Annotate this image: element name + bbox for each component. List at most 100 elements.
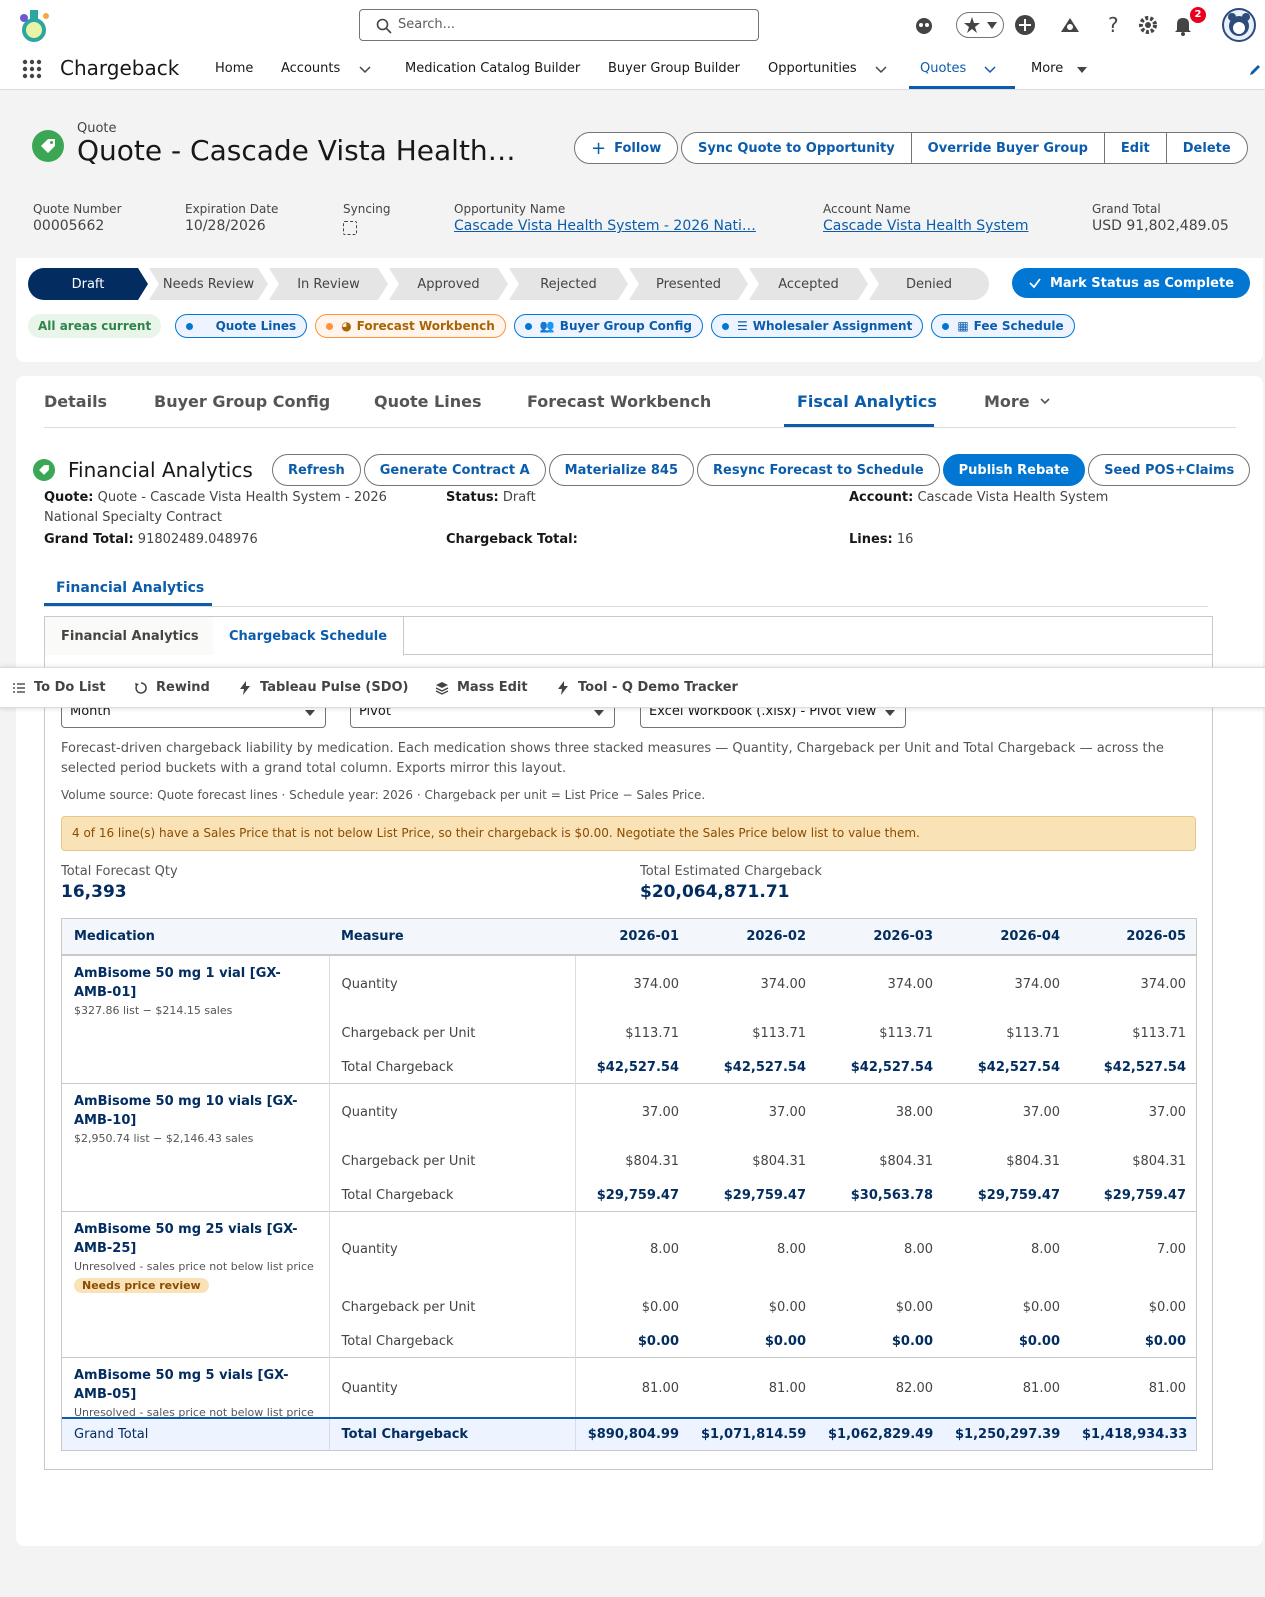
nav-item-quotes[interactable]: Quotes	[920, 61, 966, 76]
grand-total-cell: $1,071,814.59	[701, 1427, 807, 1442]
value-cell: 374.00	[887, 977, 934, 992]
sync-quote-button[interactable]: Sync Quote to Opportunity	[681, 132, 911, 164]
utility-rewind[interactable]: Rewind	[134, 680, 210, 695]
favorites-toggle[interactable]	[956, 12, 1004, 38]
nav-item-buyer-group-builder[interactable]: Buyer Group Builder	[608, 61, 740, 76]
value-cell: $0.00	[1022, 1299, 1060, 1315]
utility-q-demo-tracker[interactable]: Tool - Q Demo Tracker	[556, 680, 738, 695]
field-quote-number: Quote Number 00005662	[33, 202, 122, 234]
app-launcher-icon[interactable]	[22, 59, 42, 79]
table-row: AmBisome 50 mg 1 vial [GX-AMB-01] $327.86…	[62, 955, 1196, 1083]
value-cell: $113.71	[574, 1013, 689, 1053]
nav-item-opportunities[interactable]: Opportunities	[768, 61, 857, 76]
quote-icon	[32, 130, 64, 162]
rewind-icon	[135, 681, 147, 694]
path-step-rejected[interactable]: Rejected	[509, 268, 628, 300]
nav-item-home[interactable]: Home	[215, 61, 253, 76]
chevron-down-icon	[1040, 398, 1050, 405]
nav-item-more[interactable]: More	[1031, 61, 1063, 76]
materialize-845-button[interactable]: Materialize 845	[548, 454, 694, 486]
nav-item-accounts[interactable]: Accounts	[281, 61, 340, 76]
value-cell: $0.00	[768, 1299, 806, 1315]
delete-button[interactable]: Delete	[1165, 132, 1248, 164]
path-step-denied[interactable]: Denied	[869, 268, 989, 300]
value-cell: $42,527.54	[977, 1060, 1060, 1076]
tab-forecast-workbench[interactable]: Forecast Workbench	[527, 392, 711, 411]
trailhead-icon[interactable]	[1057, 12, 1083, 38]
chip-wholesaler-assignment[interactable]: ☰ Wholesaler Assignment	[710, 314, 924, 338]
value-cell: $29,759.47	[977, 1188, 1060, 1204]
column-header[interactable]: 2026-05	[1070, 919, 1196, 956]
path-step-presented[interactable]: Presented	[629, 268, 748, 300]
seed-pos-claims-button[interactable]: Seed POS+Claims	[1088, 454, 1251, 486]
tab-fiscal-analytics[interactable]: Fiscal Analytics	[797, 392, 937, 411]
chip-fee-schedule[interactable]: ▦ Fee Schedule	[931, 314, 1075, 338]
chip-buyer-group-config[interactable]: 👥 Buyer Group Config	[513, 314, 703, 338]
avatar[interactable]	[1222, 8, 1256, 42]
path-step-approved[interactable]: Approved	[389, 268, 508, 300]
chip-forecast-workbench[interactable]: ◕ Forecast Workbench	[315, 314, 506, 338]
chevron-down-icon[interactable]	[983, 63, 997, 77]
value-cell: 374.00	[1140, 977, 1187, 992]
edit-nav-pencil-icon[interactable]	[1248, 63, 1262, 77]
column-header[interactable]: 2026-03	[816, 919, 943, 956]
tab-more[interactable]: More	[984, 392, 1051, 411]
column-header[interactable]: Measure	[329, 919, 575, 956]
analytics-actions: Refresh Generate Contract A Materialize …	[272, 454, 1251, 486]
subtab-financial-analytics[interactable]: Financial Analytics	[56, 580, 204, 596]
utility-tableau-pulse[interactable]: Tableau Pulse (SDO)	[238, 680, 409, 695]
grand-total-cell: $1,062,829.49	[828, 1427, 934, 1442]
path-step-in-review[interactable]: In Review	[269, 268, 388, 300]
column-header[interactable]: 2026-01	[575, 919, 689, 956]
value-cell: $0.00	[574, 1327, 689, 1357]
path-step-needs-review[interactable]: Needs Review	[149, 268, 268, 300]
app-logo-icon[interactable]	[16, 8, 54, 44]
refresh-button[interactable]: Refresh	[272, 454, 361, 486]
grand-total-cell: $890,804.99	[587, 1427, 679, 1442]
publish-rebate-button[interactable]: Publish Rebate	[942, 454, 1086, 486]
follow-button[interactable]: + Follow	[574, 132, 679, 164]
medication-cell: AmBisome 50 mg 1 vial [GX-AMB-01] $327.86…	[62, 955, 330, 1083]
global-search-input[interactable]: Search...	[359, 9, 759, 41]
chip-quote-lines[interactable]: Quote Lines	[175, 314, 308, 338]
chip-label: Quote Lines	[215, 319, 297, 333]
inner-tab-financial-analytics[interactable]: Financial Analytics	[45, 617, 216, 655]
caret-down-icon[interactable]	[1075, 63, 1089, 77]
field-grand-total: Grand Total USD 91,802,489.05	[1092, 202, 1229, 234]
mark-status-complete-button[interactable]: Mark Status as Complete	[1012, 268, 1250, 298]
info-status: Status: Draft	[446, 488, 536, 508]
agent-icon[interactable]	[911, 12, 937, 38]
tab-details[interactable]: Details	[44, 392, 107, 411]
override-buyer-group-button[interactable]: Override Buyer Group	[910, 132, 1104, 164]
chevron-down-icon[interactable]	[874, 63, 888, 77]
app-nav-bar: Chargeback Home Accounts Medication Cata…	[0, 50, 1265, 90]
tab-quote-lines[interactable]: Quote Lines	[374, 392, 482, 411]
kpi-label: Total Forecast Qty	[61, 864, 178, 879]
medication-name: AmBisome 50 mg 10 vials [GX-AMB-10]	[74, 1093, 298, 1128]
column-header[interactable]: 2026-04	[943, 919, 1070, 956]
nav-item-medication-catalog-builder[interactable]: Medication Catalog Builder	[405, 61, 580, 76]
value-cell: $0.00	[895, 1299, 933, 1315]
global-create-icon[interactable]	[1012, 12, 1038, 38]
chevron-down-icon[interactable]	[358, 63, 372, 77]
utility-to-do-list[interactable]: To Do List	[12, 680, 106, 695]
info-account: Account: Cascade Vista Health System	[849, 488, 1108, 508]
utility-mass-edit[interactable]: Mass Edit	[435, 680, 528, 695]
account-link[interactable]: Cascade Vista Health System	[823, 218, 1028, 234]
generate-contract-a-button[interactable]: Generate Contract A	[363, 454, 546, 486]
opportunity-link[interactable]: Cascade Vista Health System - 2026 Nati…	[454, 218, 756, 234]
field-syncing: Syncing	[343, 202, 390, 235]
path-step-accepted[interactable]: Accepted	[749, 268, 868, 300]
gear-icon[interactable]	[1135, 12, 1161, 38]
resync-forecast-button[interactable]: Resync Forecast to Schedule	[697, 454, 940, 486]
column-header[interactable]: 2026-02	[689, 919, 816, 956]
value-cell: 8.00	[689, 1210, 816, 1287]
path-step-draft[interactable]: Draft	[28, 268, 148, 300]
help-icon[interactable]: ?	[1100, 12, 1126, 38]
grand-total-cell: $1,250,297.39	[955, 1427, 1061, 1442]
tab-buyer-group-config[interactable]: Buyer Group Config	[154, 392, 330, 411]
edit-button[interactable]: Edit	[1103, 132, 1166, 164]
inner-tab-chargeback-schedule[interactable]: Chargeback Schedule	[213, 617, 405, 656]
column-header[interactable]: Medication	[62, 919, 329, 956]
status-dot	[942, 322, 950, 330]
